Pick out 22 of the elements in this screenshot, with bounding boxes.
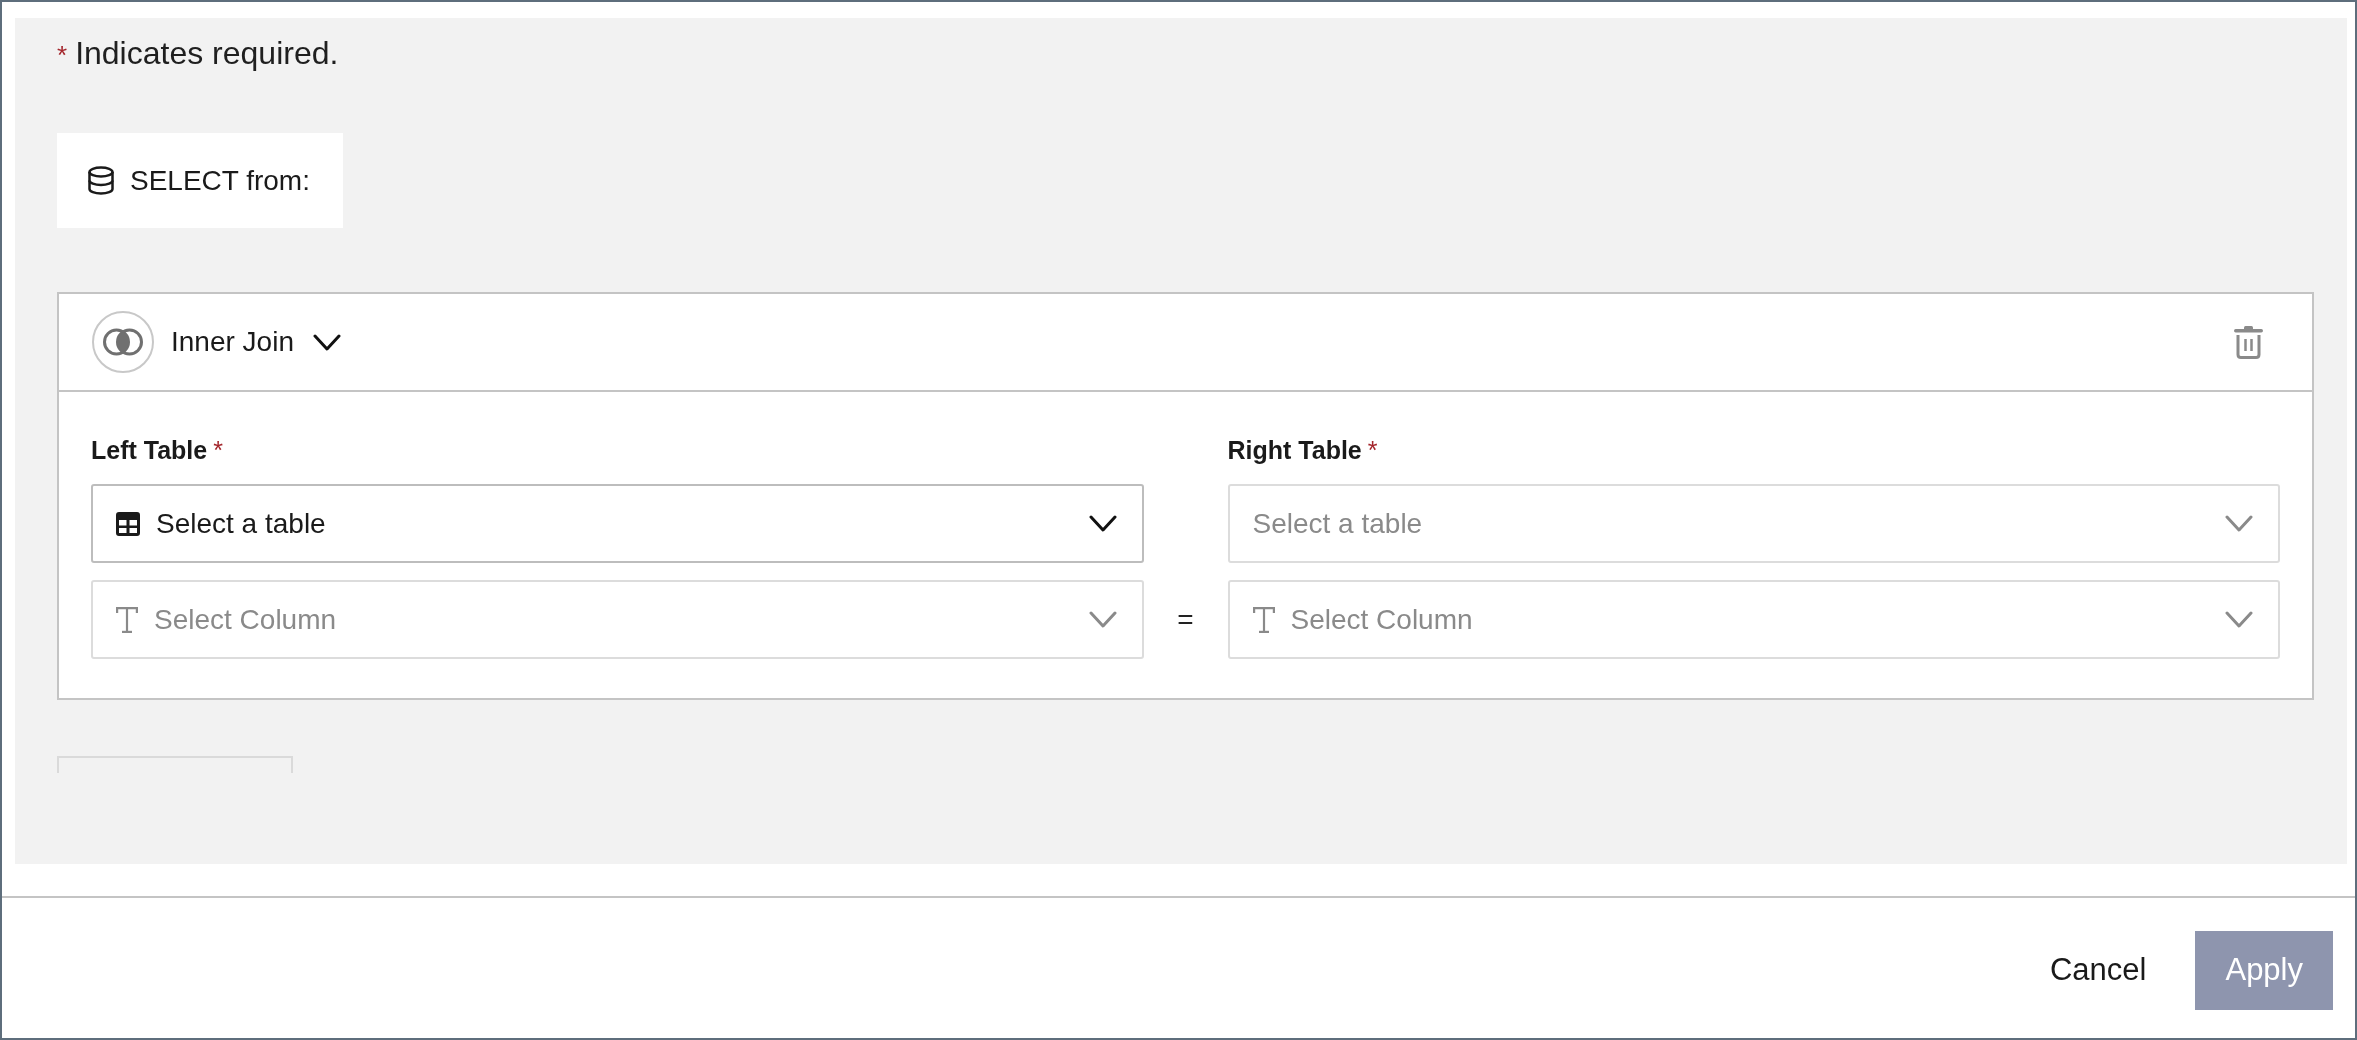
database-icon: [88, 166, 114, 195]
required-marker: *: [1367, 435, 1378, 465]
trash-icon: [2234, 325, 2263, 359]
chevron-down-icon: [1088, 611, 1117, 628]
required-marker: *: [213, 435, 223, 465]
text-type-icon: [116, 606, 138, 633]
overlapping-circles-icon: [92, 311, 154, 373]
required-marker: *: [57, 39, 68, 72]
required-note: Indicates required.: [75, 34, 339, 72]
cancel-button[interactable]: Cancel: [2025, 930, 2171, 1010]
field-label: Right Table: [1227, 435, 1362, 465]
join-type-dropdown[interactable]: Inner Join: [171, 326, 341, 358]
table-icon: [116, 511, 140, 536]
chevron-down-icon: [1088, 515, 1117, 532]
chevron-down-icon: [2225, 515, 2253, 532]
field-label: Left Table: [91, 435, 208, 465]
chevron-down-icon: [312, 333, 341, 351]
equals-sign: =: [1177, 603, 1194, 636]
chevron-down-icon: [2225, 611, 2253, 628]
table-select[interactable]: Select a table: [91, 484, 1144, 563]
text-type-icon: [1252, 606, 1275, 633]
source-label: SELECT from:: [130, 164, 310, 197]
